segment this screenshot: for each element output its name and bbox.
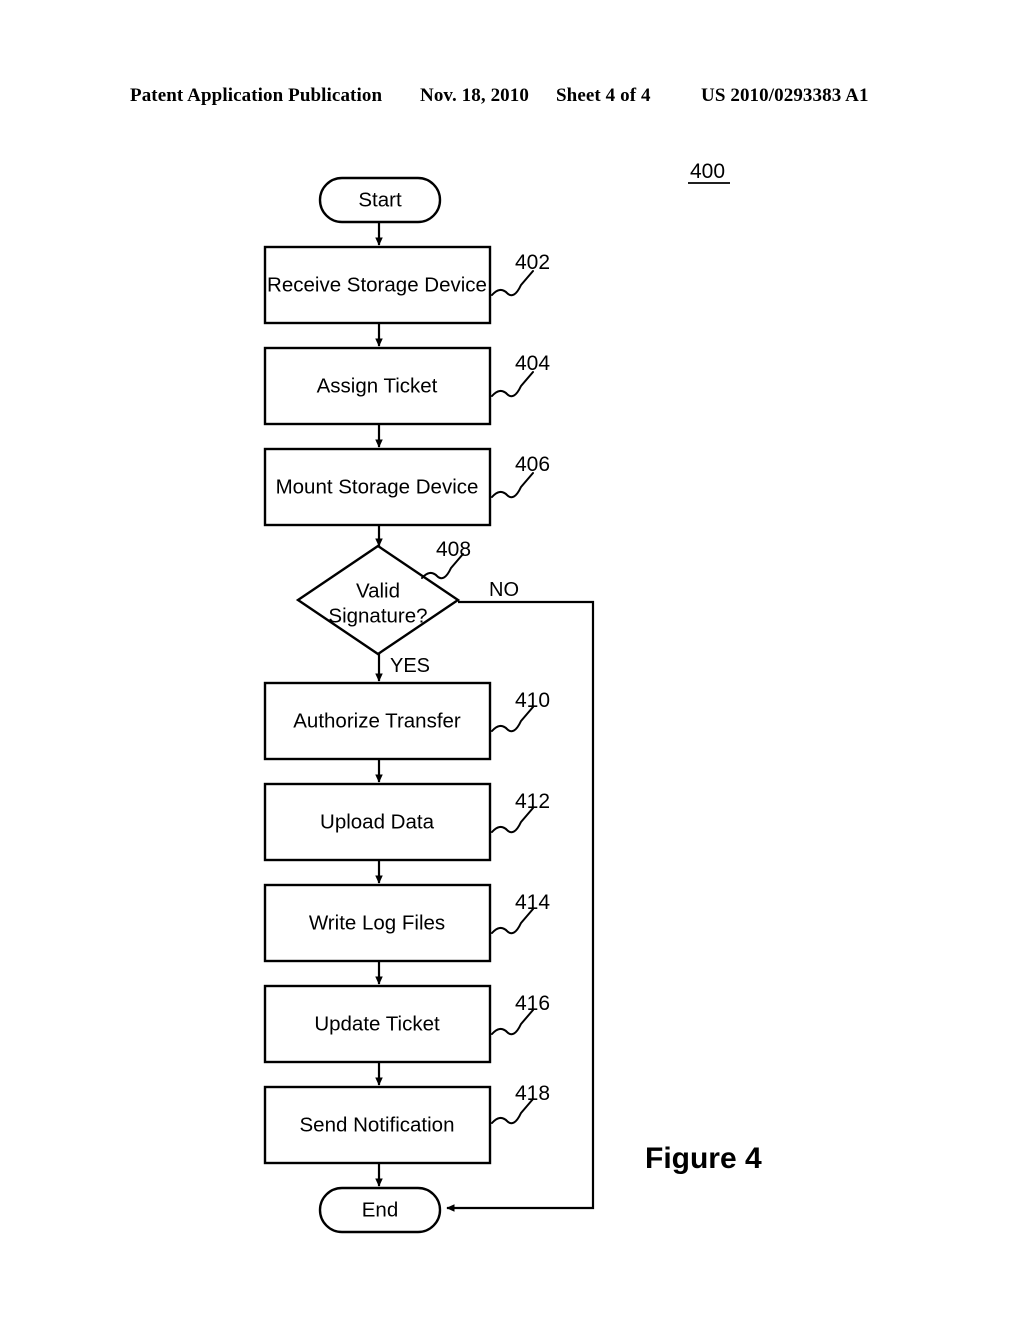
flow-node-410: Authorize Transfer 410 xyxy=(263,681,550,761)
figure-identifier-text: 400 xyxy=(690,160,725,183)
flow-node-406: Mount Storage Device 406 xyxy=(263,447,550,527)
step-402-leader xyxy=(491,270,534,297)
step-418-label: Send Notification xyxy=(300,1113,455,1136)
step-412-label: Upload Data xyxy=(320,810,435,833)
flow-node-start: Start xyxy=(318,176,442,224)
step-418-ref: 418 xyxy=(515,1082,550,1105)
flow-node-416: Update Ticket 416 xyxy=(263,984,550,1064)
step-410-label: Authorize Transfer xyxy=(293,709,461,732)
step-406-ref: 406 xyxy=(515,453,550,476)
flow-node-402: Receive Storage Device 402 xyxy=(263,245,550,325)
branch-label-yes: YES xyxy=(390,655,430,677)
decision-408-ref: 408 xyxy=(436,538,471,561)
step-416-ref: 416 xyxy=(515,992,550,1015)
decision-408-label-line1: Valid xyxy=(356,579,400,602)
step-404-label: Assign Ticket xyxy=(317,374,438,397)
figure-identifier: 400 xyxy=(688,160,730,184)
figure-4-flowchart: 400 Start Receive Storage Device 402 Ass… xyxy=(263,160,762,1234)
decision-408-label-line2: Signature? xyxy=(328,604,427,627)
start-terminal-label: Start xyxy=(358,188,402,211)
step-406-leader xyxy=(491,472,534,499)
step-412-ref: 412 xyxy=(515,790,550,813)
step-414-ref: 414 xyxy=(515,891,550,914)
step-416-label: Update Ticket xyxy=(314,1012,440,1035)
step-404-leader xyxy=(491,371,534,398)
step-414-label: Write Log Files xyxy=(309,911,445,934)
flow-node-412: Upload Data 412 xyxy=(263,782,550,862)
step-410-ref: 410 xyxy=(515,689,550,712)
step-402-ref: 402 xyxy=(515,251,550,274)
step-404-ref: 404 xyxy=(515,352,550,375)
flow-node-414: Write Log Files 414 xyxy=(263,883,550,963)
figure-caption: Figure 4 xyxy=(645,1142,762,1175)
flow-node-418: Send Notification 418 xyxy=(263,1082,550,1165)
end-terminal-label: End xyxy=(362,1198,398,1221)
step-402-label: Receive Storage Device xyxy=(267,273,487,296)
flow-node-end: End xyxy=(318,1186,442,1234)
step-406-label: Mount Storage Device xyxy=(276,475,479,498)
flow-node-404: Assign Ticket 404 xyxy=(263,346,550,426)
flow-node-408-decision: Valid Signature? 408 xyxy=(295,538,471,656)
branch-label-no: NO xyxy=(489,579,519,601)
